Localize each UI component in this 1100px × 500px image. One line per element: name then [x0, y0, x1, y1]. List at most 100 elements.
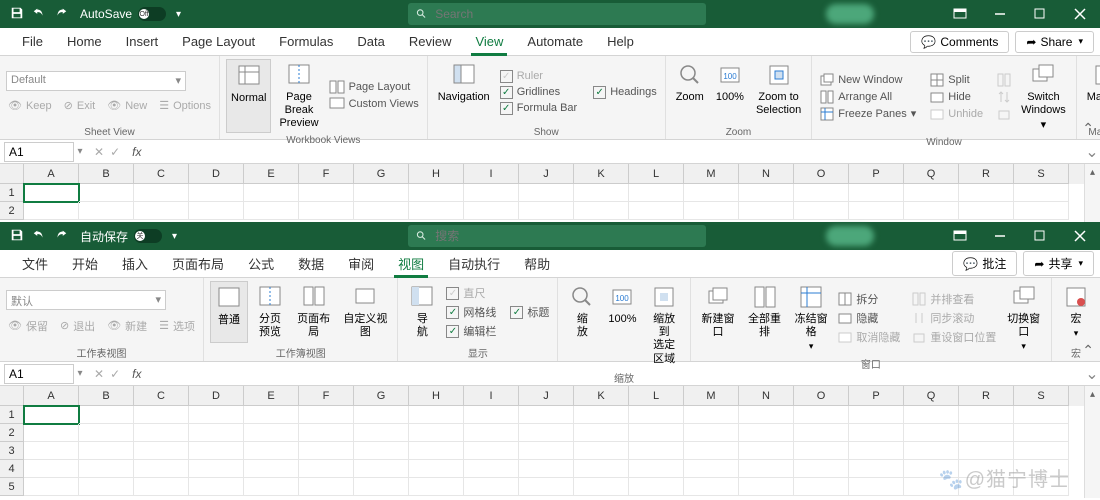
- cell-a1[interactable]: [24, 184, 79, 202]
- cell[interactable]: [574, 424, 629, 442]
- cell[interactable]: [629, 184, 684, 202]
- close-button[interactable]: [1060, 0, 1100, 28]
- tab-review[interactable]: 审阅: [336, 250, 386, 278]
- search-input[interactable]: [435, 229, 698, 243]
- headings-checkbox[interactable]: ✓标题: [508, 303, 551, 321]
- collapse-ribbon-icon[interactable]: ⌃: [1082, 120, 1094, 137]
- cell[interactable]: [629, 202, 684, 220]
- tab-view[interactable]: View: [463, 28, 515, 56]
- cell[interactable]: [574, 406, 629, 424]
- cell[interactable]: [134, 424, 189, 442]
- cell[interactable]: [24, 424, 79, 442]
- cell[interactable]: [409, 478, 464, 496]
- macros-button[interactable]: 宏▾: [1058, 281, 1094, 343]
- cell[interactable]: [794, 478, 849, 496]
- unhide-button[interactable]: 取消隐藏: [836, 328, 902, 346]
- cell[interactable]: [244, 202, 299, 220]
- col-header[interactable]: R: [959, 164, 1014, 184]
- cell[interactable]: [299, 460, 354, 478]
- col-header[interactable]: N: [739, 164, 794, 184]
- reset-window-icon[interactable]: [995, 106, 1013, 122]
- gridlines-checkbox[interactable]: ✓Gridlines: [498, 85, 580, 100]
- cell[interactable]: [849, 478, 904, 496]
- freeze-panes-button[interactable]: Freeze Panes ▾: [818, 106, 918, 122]
- cell[interactable]: [79, 424, 134, 442]
- save-icon[interactable]: [10, 6, 24, 23]
- col-header[interactable]: I: [464, 386, 519, 406]
- hide-button[interactable]: Hide: [928, 89, 985, 105]
- cell[interactable]: [904, 184, 959, 202]
- col-header[interactable]: S: [1014, 164, 1069, 184]
- cell[interactable]: [464, 460, 519, 478]
- cell[interactable]: [519, 424, 574, 442]
- cell[interactable]: [189, 184, 244, 202]
- cell[interactable]: [354, 406, 409, 424]
- search-input[interactable]: [435, 7, 698, 21]
- col-header[interactable]: O: [794, 386, 849, 406]
- col-header[interactable]: M: [684, 164, 739, 184]
- cell[interactable]: [519, 442, 574, 460]
- confirm-formula-icon[interactable]: ✓: [110, 367, 120, 381]
- formula-bar-checkbox[interactable]: ✓Formula Bar: [498, 101, 580, 116]
- col-header[interactable]: B: [79, 164, 134, 184]
- tab-data[interactable]: Data: [345, 28, 396, 56]
- cell[interactable]: [244, 406, 299, 424]
- cell[interactable]: [134, 478, 189, 496]
- cell[interactable]: [794, 202, 849, 220]
- search-box[interactable]: [408, 3, 706, 25]
- col-header[interactable]: F: [299, 386, 354, 406]
- name-box-arrow-icon[interactable]: ▾: [74, 146, 86, 157]
- macros-button[interactable]: Macros▾: [1083, 59, 1100, 125]
- ribbon-display-icon[interactable]: [940, 0, 980, 28]
- tab-file[interactable]: 文件: [10, 250, 60, 278]
- cell[interactable]: [794, 406, 849, 424]
- scroll-up-icon[interactable]: ▴: [1085, 386, 1100, 402]
- sheet-view-dropdown[interactable]: 默认▾: [6, 290, 166, 310]
- cell[interactable]: [189, 460, 244, 478]
- formula-bar-checkbox[interactable]: ✓编辑栏: [444, 322, 498, 340]
- new-window-button[interactable]: New Window: [818, 72, 918, 88]
- col-header[interactable]: C: [134, 164, 189, 184]
- expand-formula-bar-icon[interactable]: ⌄: [1084, 142, 1100, 162]
- options-button[interactable]: ☰ 选项: [157, 317, 197, 335]
- cell[interactable]: [629, 478, 684, 496]
- cell-a1[interactable]: [24, 406, 79, 424]
- zoom-to-selection-button[interactable]: Zoom to Selection: [752, 59, 805, 125]
- cell[interactable]: [134, 202, 189, 220]
- cell[interactable]: [464, 202, 519, 220]
- page-break-preview-button[interactable]: Page Break Preview: [275, 59, 322, 133]
- normal-view-button[interactable]: Normal: [226, 59, 271, 133]
- minimize-button[interactable]: [980, 0, 1020, 28]
- redo-icon[interactable]: [54, 228, 68, 245]
- cell[interactable]: [739, 478, 794, 496]
- cell[interactable]: [629, 460, 684, 478]
- cell[interactable]: [684, 424, 739, 442]
- col-header[interactable]: Q: [904, 386, 959, 406]
- cell[interactable]: [519, 406, 574, 424]
- collapse-ribbon-icon[interactable]: ⌃: [1082, 342, 1094, 359]
- sync-scroll-icon[interactable]: [995, 89, 1013, 105]
- sheet-view-dropdown[interactable]: Default▾: [6, 71, 186, 91]
- zoom-100-button[interactable]: 100100%: [712, 59, 748, 125]
- custom-views-button[interactable]: Custom Views: [327, 96, 421, 112]
- vertical-scrollbar[interactable]: ▴: [1084, 386, 1100, 498]
- undo-icon[interactable]: [32, 228, 46, 245]
- cell[interactable]: [574, 184, 629, 202]
- share-button[interactable]: ➦共享▾: [1023, 251, 1094, 276]
- exit-button[interactable]: ⊘ Exit: [62, 98, 98, 113]
- options-button[interactable]: ☰ Options: [157, 98, 213, 113]
- cell[interactable]: [904, 442, 959, 460]
- cell[interactable]: [409, 184, 464, 202]
- confirm-formula-icon[interactable]: ✓: [110, 145, 120, 159]
- cell[interactable]: [849, 442, 904, 460]
- tab-help[interactable]: Help: [595, 28, 646, 56]
- sync-scroll-button[interactable]: 同步滚动: [910, 309, 998, 327]
- new-view-button[interactable]: 👁 New: [105, 98, 149, 113]
- search-box[interactable]: [408, 225, 706, 247]
- view-side-by-side-button[interactable]: 并排查看: [910, 290, 998, 308]
- new-view-button[interactable]: 👁 新建: [105, 317, 149, 335]
- cell[interactable]: [354, 442, 409, 460]
- cell[interactable]: [684, 406, 739, 424]
- view-side-icon[interactable]: [995, 72, 1013, 88]
- cell[interactable]: [794, 184, 849, 202]
